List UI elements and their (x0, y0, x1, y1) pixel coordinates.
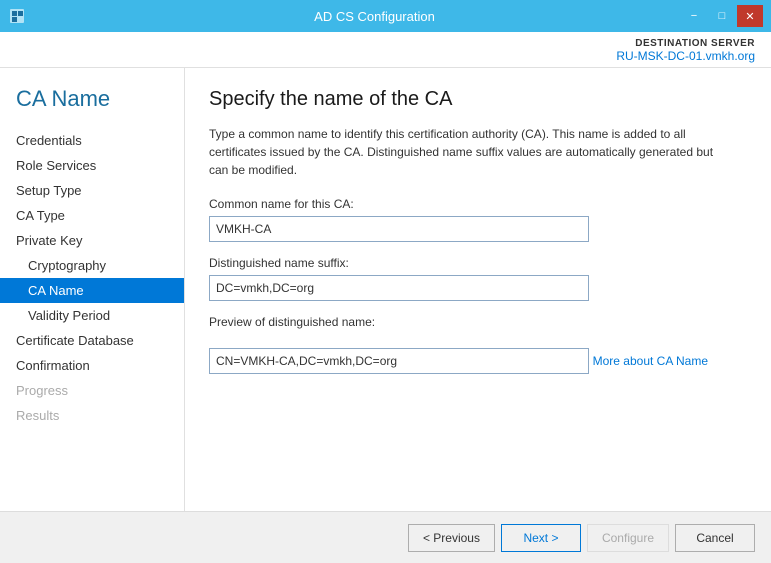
sidebar-item-results: Results (0, 403, 184, 428)
sidebar-item-ca-name[interactable]: CA Name (0, 278, 184, 303)
destination-label: DESTINATION SERVER (16, 38, 755, 49)
page-title: Specify the name of the CA (209, 88, 747, 111)
sidebar-item-confirmation[interactable]: Confirmation (0, 353, 184, 378)
sidebar-item-validity-period[interactable]: Validity Period (0, 303, 184, 328)
main-window: DESTINATION SERVER RU-MSK-DC-01.vmkh.org… (0, 32, 771, 563)
close-button[interactable]: ✕ (737, 5, 763, 27)
page-description: Type a common name to identify this cert… (209, 125, 729, 179)
next-button[interactable]: Next > (501, 524, 581, 552)
footer: < Previous Next > Configure Cancel (0, 511, 771, 563)
titlebar: AD CS Configuration − □ ✕ (0, 0, 771, 32)
restore-button[interactable]: □ (709, 5, 735, 27)
previous-button[interactable]: < Previous (408, 524, 495, 552)
window-title: AD CS Configuration (68, 9, 681, 24)
minimize-button[interactable]: − (681, 5, 707, 27)
main-content: Specify the name of the CA Type a common… (185, 68, 771, 511)
dn-suffix-label: Distinguished name suffix: (209, 256, 747, 270)
common-name-label: Common name for this CA: (209, 197, 747, 211)
sidebar-item-credentials[interactable]: Credentials (0, 128, 184, 153)
sidebar: CA Name Credentials Role Services Setup … (0, 68, 185, 511)
common-name-input[interactable] (209, 216, 589, 242)
configure-button: Configure (587, 524, 669, 552)
sidebar-item-private-key[interactable]: Private Key (0, 228, 184, 253)
dn-preview-label: Preview of distinguished name: (209, 315, 747, 329)
content-area: CA Name Credentials Role Services Setup … (0, 68, 771, 511)
destination-bar: DESTINATION SERVER RU-MSK-DC-01.vmkh.org (0, 32, 771, 68)
sidebar-item-cryptography[interactable]: Cryptography (0, 253, 184, 278)
sidebar-item-progress: Progress (0, 378, 184, 403)
cancel-button[interactable]: Cancel (675, 524, 755, 552)
destination-server: RU-MSK-DC-01.vmkh.org (16, 49, 755, 63)
more-about-ca-name-link[interactable]: More about CA Name (593, 354, 708, 368)
sidebar-item-certificate-database[interactable]: Certificate Database (0, 328, 184, 353)
sidebar-item-ca-type[interactable]: CA Type (0, 203, 184, 228)
app-icon (8, 7, 26, 25)
window-controls: − □ ✕ (681, 5, 763, 27)
dn-suffix-input[interactable] (209, 275, 589, 301)
sidebar-title: CA Name (0, 78, 184, 128)
dn-preview-input[interactable] (209, 348, 589, 374)
sidebar-item-setup-type[interactable]: Setup Type (0, 178, 184, 203)
sidebar-item-role-services[interactable]: Role Services (0, 153, 184, 178)
